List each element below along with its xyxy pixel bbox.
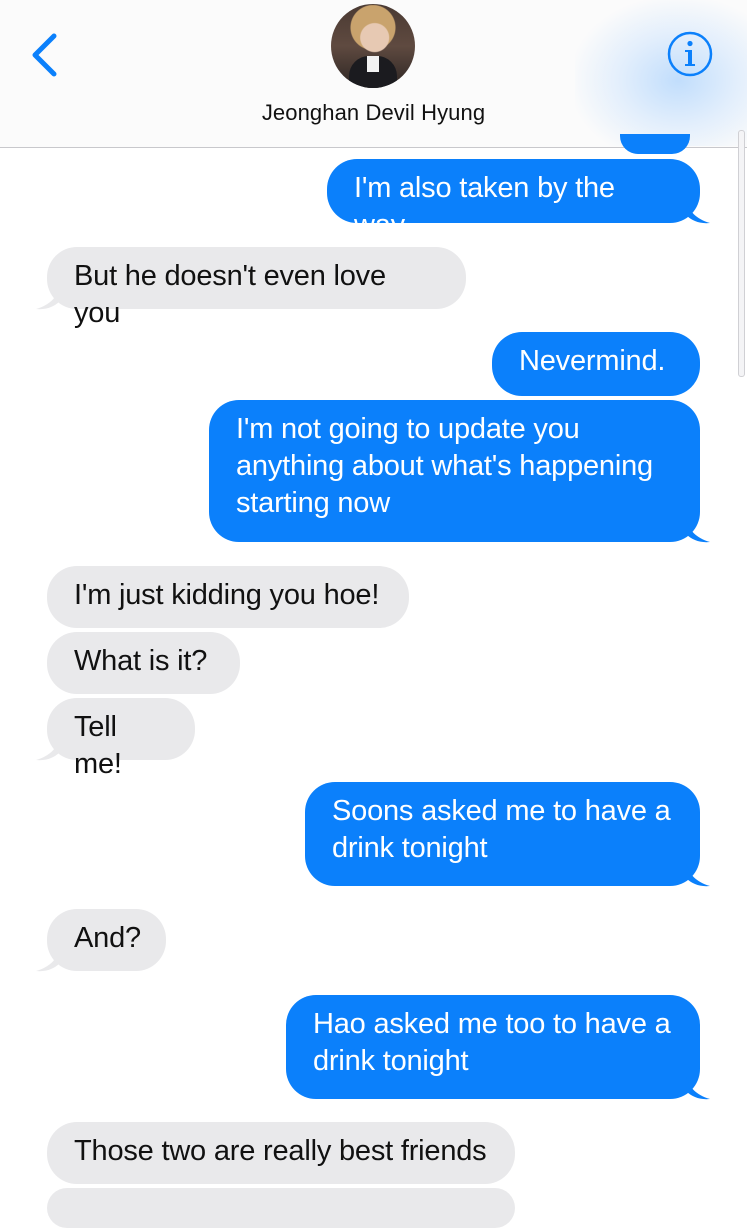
conversation-header: Jeonghan Devil Hyung: [0, 0, 747, 148]
received-message-bubble[interactable]: What is it?: [47, 632, 240, 694]
sent-message-bubble[interactable]: Hao asked me too to have a drink tonight: [286, 995, 700, 1099]
message-text: Those two are really best friends: [74, 1135, 487, 1167]
message-text: Tell me!: [74, 711, 122, 780]
message-text: I'm also taken by the way: [354, 172, 615, 241]
message-text: I'm not going to update you anything abo…: [236, 413, 653, 519]
sent-message-bubble[interactable]: Soons asked me to have a drink tonight: [305, 782, 700, 886]
message-text: Hao asked me too to have a drink tonight: [313, 1008, 671, 1077]
chevron-left-icon: [32, 33, 57, 77]
info-icon: [667, 31, 713, 77]
received-bubble-tail: [36, 287, 60, 310]
sent-bubble-tail: [686, 201, 710, 224]
received-message-bubble[interactable]: But he doesn't even love you: [47, 247, 466, 329]
info-button[interactable]: [666, 30, 714, 78]
message-text: What is it?: [74, 645, 208, 677]
message-text: But he doesn't even love you: [74, 260, 386, 329]
scrollbar[interactable]: [738, 130, 745, 377]
sent-message-bubble[interactable]: I'm also taken by the way: [327, 159, 700, 241]
partial-received-bubble: [47, 1188, 515, 1228]
partial-message-bubble: [620, 134, 690, 154]
received-message-bubble[interactable]: And?: [47, 909, 166, 971]
back-button[interactable]: [26, 30, 66, 80]
received-message-bubble[interactable]: Those two are really best friends: [47, 1122, 515, 1184]
sent-bubble-tail: [686, 1077, 710, 1100]
received-message-bubble[interactable]: Tell me!: [47, 698, 195, 780]
message-text: Nevermind.: [519, 345, 666, 377]
received-message-bubble[interactable]: I'm just kidding you hoe!: [47, 566, 409, 628]
message-text: I'm just kidding you hoe!: [74, 579, 380, 611]
contact-avatar[interactable]: [331, 4, 415, 88]
sent-bubble-tail: [686, 864, 710, 887]
contact-name[interactable]: Jeonghan Devil Hyung: [0, 100, 747, 126]
message-text: Soons asked me to have a drink tonight: [332, 795, 671, 864]
received-bubble-tail: [36, 949, 60, 972]
message-text: And?: [74, 922, 141, 954]
received-bubble-tail: [36, 738, 60, 761]
avatar-collar: [367, 56, 379, 72]
sent-message-bubble[interactable]: Nevermind.: [492, 332, 700, 396]
sent-message-bubble[interactable]: I'm not going to update you anything abo…: [209, 400, 700, 542]
sent-bubble-tail: [686, 520, 710, 543]
